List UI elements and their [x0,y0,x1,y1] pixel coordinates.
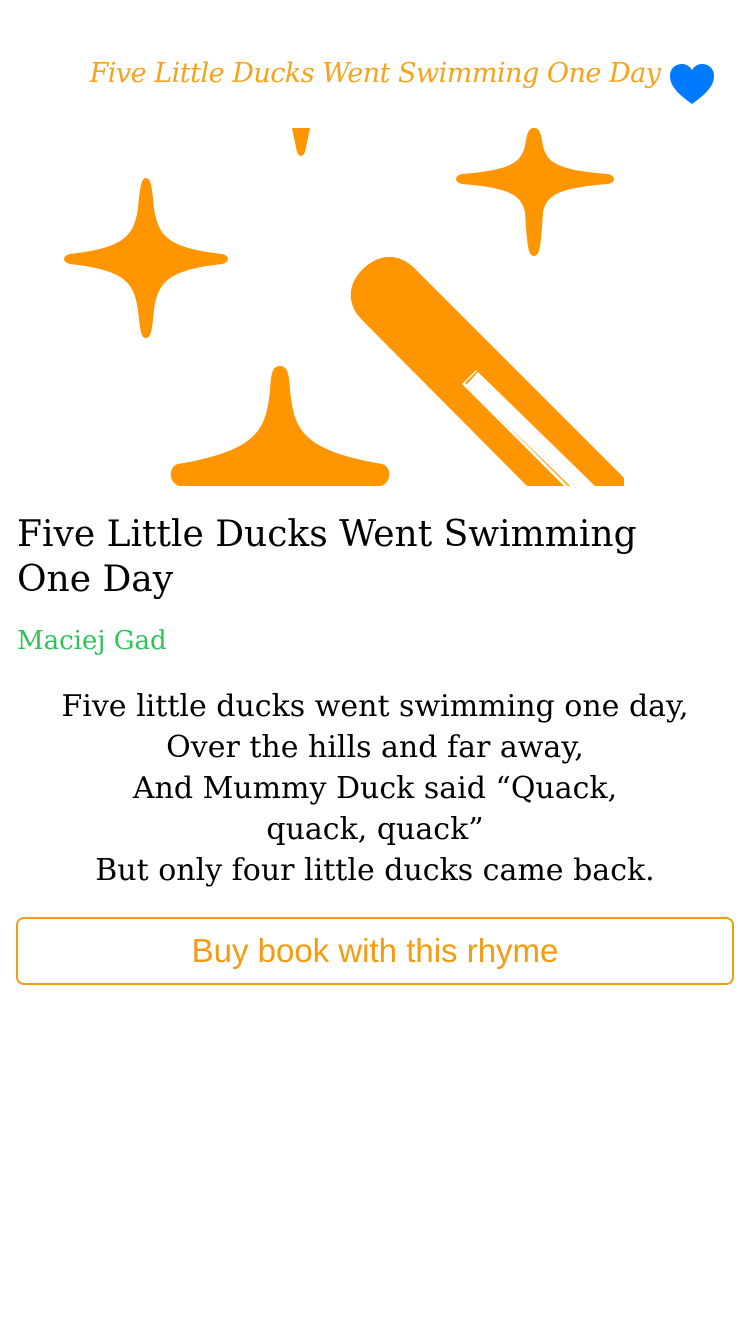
navigation-bar: Five Little Ducks Went Swimming One Day [0,40,750,128]
rhyme-line: quack, quack” [266,812,484,847]
hero-illustration [0,128,750,486]
nav-title: Five Little Ducks Went Swimming One Day [89,58,661,89]
heart-icon [670,64,714,104]
rhyme-line: Five little ducks went swimming one day, [61,689,689,724]
rhyme-title: Five Little Ducks Went Swimming One Day [17,514,637,600]
rhyme-text: Five little ducks went swimming one day,… [40,686,710,891]
magic-wand-sparkles-icon [64,128,624,486]
rhyme-line: Over the hills and far away, [166,730,584,765]
author-name: Maciej Gad [17,626,167,656]
favorite-button[interactable] [668,62,716,106]
rhyme-line: But only four little ducks came back. [95,853,655,888]
rhyme-line: And Mummy Duck said “Quack, [132,771,618,806]
buy-book-button[interactable]: Buy book with this rhyme [16,917,734,985]
